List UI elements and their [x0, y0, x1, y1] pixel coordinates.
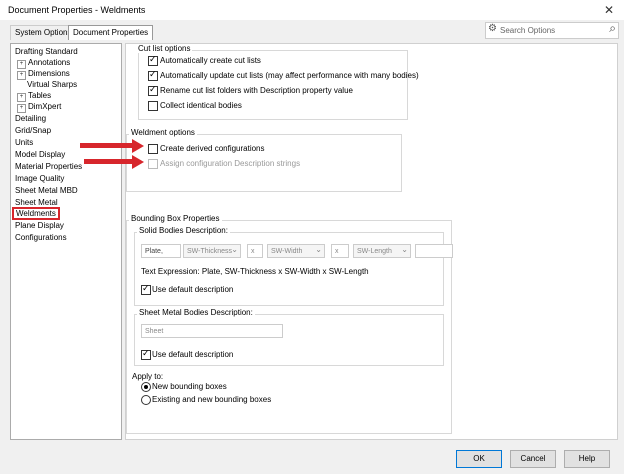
collect-identical-bodies-checkbox[interactable]: [148, 101, 158, 111]
tree-item-weldments[interactable]: Weldments: [12, 207, 60, 220]
cancel-button[interactable]: Cancel: [510, 450, 556, 468]
expand-icon[interactable]: +: [17, 71, 26, 80]
options-panel: Cut list options Automatically create cu…: [125, 43, 618, 440]
solid-use-default-label: Use default description: [152, 285, 234, 294]
assign-description-label: Assign configuration Description strings: [160, 159, 301, 168]
options-tree[interactable]: Drafting Standard + Annotations + Dimensio…: [10, 43, 122, 440]
tree-item-tables[interactable]: + Tables: [17, 91, 51, 102]
search-box[interactable]: ⚙ Search Options ⌕: [485, 21, 619, 39]
annotation-arrow-2-shaft: [84, 159, 134, 164]
sheet-description-field[interactable]: Sheet: [141, 324, 283, 338]
tree-item-units[interactable]: Units: [15, 138, 33, 147]
assign-description-checkbox[interactable]: [148, 159, 158, 169]
tree-item-virtual-sharps[interactable]: Virtual Sharps: [27, 80, 77, 89]
tree-item-grid-snap[interactable]: Grid/Snap: [15, 126, 51, 135]
rename-cut-list-folders-checkbox[interactable]: [148, 84, 158, 96]
tree-item-detailing[interactable]: Detailing: [15, 114, 46, 123]
window-title: Document Properties - Weldments: [8, 5, 146, 15]
search-icon[interactable]: ⌕: [609, 21, 616, 36]
auto-create-cut-lists-label: Automatically create cut lists: [160, 56, 261, 65]
help-button[interactable]: Help: [564, 450, 610, 468]
rename-cut-list-folders-label: Rename cut list folders with Description…: [160, 86, 353, 95]
expand-icon[interactable]: +: [17, 60, 26, 69]
solid-bodies-title: Solid Bodies Description:: [137, 226, 230, 235]
auto-update-cut-lists-label: Automatically update cut lists (may affe…: [160, 71, 419, 80]
tree-item-dimensions[interactable]: + Dimensions: [17, 69, 70, 80]
solid-prefix-field[interactable]: Plate,: [141, 244, 181, 258]
tree-item-configurations[interactable]: Configurations: [15, 233, 67, 242]
tab-document-properties[interactable]: Document Properties: [68, 25, 154, 40]
sheet-metal-title: Sheet Metal Bodies Description:: [137, 308, 255, 317]
close-icon[interactable]: ✕: [604, 3, 614, 17]
tree-item-sheet-metal-mbd[interactable]: Sheet Metal MBD: [15, 186, 78, 195]
apply-to-label: Apply to:: [132, 372, 164, 381]
tree-item-label: DimXpert: [28, 102, 62, 111]
bounding-box-title: Bounding Box Properties: [129, 214, 222, 223]
tree-item-dimxpert[interactable]: + DimXpert: [17, 102, 61, 113]
auto-create-cut-lists-checkbox[interactable]: [148, 54, 158, 66]
existing-bounding-boxes-label: Existing and new bounding boxes: [152, 395, 272, 404]
expand-icon[interactable]: +: [17, 104, 26, 113]
existing-bounding-boxes-radio[interactable]: [141, 395, 151, 405]
tree-item-plane-display[interactable]: Plane Display: [15, 221, 64, 230]
tree-item-image-quality[interactable]: Image Quality: [15, 174, 64, 183]
tree-item-sheet-metal[interactable]: Sheet Metal: [15, 198, 58, 207]
solid-sep-2-field[interactable]: x: [331, 244, 349, 258]
annotation-arrow-1-shaft: [80, 143, 134, 148]
tab-system-options[interactable]: System Options: [10, 25, 77, 40]
collect-identical-bodies-label: Collect identical bodies: [160, 101, 242, 110]
tree-item-model-display[interactable]: Model Display: [15, 150, 65, 159]
solid-length-dropdown[interactable]: SW-Length: [353, 243, 411, 258]
tree-item-annotations[interactable]: + Annotations: [17, 58, 70, 69]
ok-button[interactable]: OK: [456, 450, 502, 468]
solid-use-default-checkbox[interactable]: [141, 283, 151, 295]
new-bounding-boxes-label: New bounding boxes: [152, 382, 227, 391]
weldment-options-title: Weldment options: [129, 128, 197, 137]
tree-item-label: Annotations: [28, 58, 71, 67]
sheet-use-default-checkbox[interactable]: [141, 348, 151, 360]
new-bounding-boxes-radio[interactable]: [141, 382, 151, 392]
text-expression: Text Expression: Plate, SW-Thickness x S…: [141, 267, 369, 276]
search-placeholder: Search Options: [500, 26, 556, 35]
create-derived-configurations-label: Create derived configurations: [160, 144, 265, 153]
cut-list-title: Cut list options: [136, 44, 193, 53]
tree-item-drafting-standard[interactable]: Drafting Standard: [15, 47, 78, 56]
expand-icon[interactable]: +: [17, 93, 26, 102]
tree-item-material-properties[interactable]: Material Properties: [15, 162, 82, 171]
solid-suffix-field[interactable]: [415, 244, 453, 258]
solid-width-dropdown[interactable]: SW-Width: [267, 243, 325, 258]
create-derived-configurations-checkbox[interactable]: [148, 144, 158, 154]
tree-item-label: Dimensions: [28, 69, 70, 78]
tree-item-label: Tables: [28, 91, 52, 100]
auto-update-cut-lists-checkbox[interactable]: [148, 69, 158, 81]
solid-sep-1-field[interactable]: x: [247, 244, 263, 258]
gear-icon: ⚙: [488, 23, 497, 34]
sheet-use-default-label: Use default description: [152, 350, 234, 359]
annotation-arrow-1-head: [132, 139, 144, 153]
annotation-arrow-2-head: [132, 155, 144, 169]
solid-thickness-dropdown[interactable]: SW-Thickness: [183, 243, 241, 258]
